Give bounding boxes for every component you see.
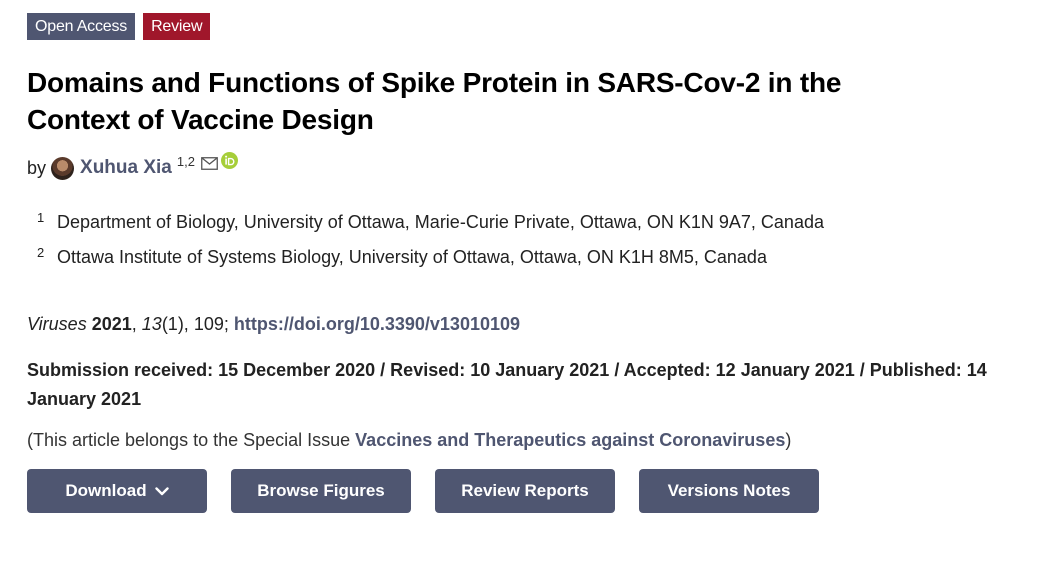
- special-issue-link[interactable]: Vaccines and Therapeutics against Corona…: [355, 430, 785, 450]
- citation-year: 2021: [91, 314, 132, 334]
- special-issue-suffix: ): [785, 430, 792, 450]
- doi-link[interactable]: https://doi.org/10.3390/v13010109: [234, 314, 520, 334]
- article-type-badge[interactable]: Review: [143, 13, 211, 40]
- citation-line: Viruses 2021, 13(1), 109; https://doi.or…: [27, 314, 1037, 335]
- affiliation-item: 2 Ottawa Institute of Systems Biology, U…: [37, 240, 1037, 275]
- citation-separator: ,: [131, 314, 142, 334]
- affiliation-list: 1 Department of Biology, University of O…: [27, 205, 1037, 275]
- publication-dates: Submission received: 15 December 2020 / …: [27, 360, 987, 409]
- citation-volume: 13: [141, 314, 162, 334]
- orcid-icon[interactable]: [220, 152, 238, 174]
- special-issue-prefix: (This article belongs to the Special Iss…: [27, 430, 356, 450]
- by-label: by: [27, 157, 47, 178]
- download-label: Download: [65, 481, 147, 500]
- citation-issue-pages: (1), 109;: [161, 314, 229, 334]
- journal-name: Viruses: [27, 314, 87, 334]
- versions-notes-button[interactable]: Versions Notes: [639, 469, 819, 513]
- affiliation-number: 1: [37, 210, 45, 225]
- byline: by Xuhua Xia 1,2: [27, 152, 1037, 181]
- affiliation-text: Department of Biology, University of Ott…: [57, 212, 824, 232]
- browse-figures-label: Browse Figures: [257, 481, 385, 500]
- affiliation-text: Ottawa Institute of Systems Biology, Uni…: [57, 247, 767, 267]
- author-avatar: [51, 156, 75, 180]
- review-reports-button[interactable]: Review Reports: [435, 469, 615, 513]
- author-name-link[interactable]: Xuhua Xia: [80, 157, 172, 179]
- download-button[interactable]: Download: [27, 469, 207, 513]
- open-access-badge[interactable]: Open Access: [27, 13, 136, 40]
- browse-figures-button[interactable]: Browse Figures: [231, 469, 411, 513]
- author-affiliation-refs: 1,2: [176, 153, 195, 169]
- envelope-icon[interactable]: [201, 154, 218, 175]
- review-reports-label: Review Reports: [461, 481, 589, 500]
- chevron-down-icon: [154, 481, 169, 501]
- badge-row: Open Access Review: [27, 13, 1037, 40]
- action-bar: Download Browse Figures Review Reports V…: [27, 469, 1037, 513]
- special-issue-note: (This article belongs to the Special Iss…: [27, 430, 1037, 451]
- versions-notes-label: Versions Notes: [667, 481, 791, 500]
- affiliation-item: 1 Department of Biology, University of O…: [37, 205, 1037, 240]
- affiliation-number: 2: [37, 245, 45, 260]
- article-title: Domains and Functions of Spike Protein i…: [27, 67, 842, 135]
- article-header: Open Access Review Domains and Functions…: [27, 13, 1037, 513]
